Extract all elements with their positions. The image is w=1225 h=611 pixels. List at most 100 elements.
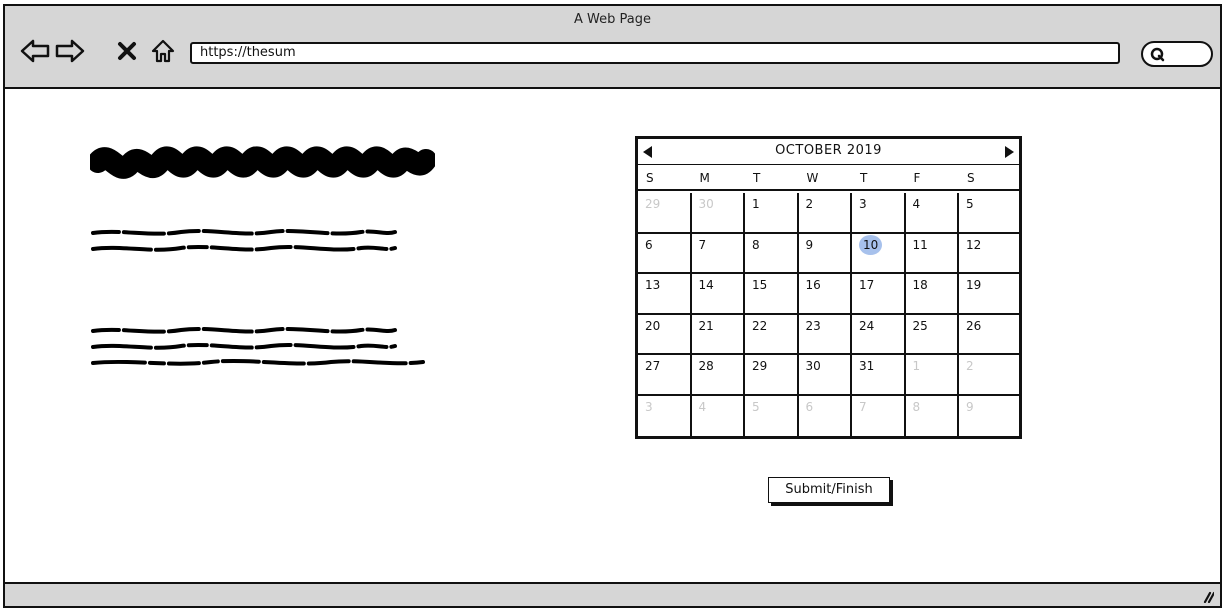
calendar-day[interactable]: 3 (852, 193, 906, 232)
calendar-day[interactable]: 15 (745, 274, 799, 313)
calendar-day-number: 16 (805, 278, 821, 292)
calendar-day-number: 11 (912, 237, 928, 252)
calendar-day-number: 12 (966, 237, 982, 252)
weekday-label: M (699, 171, 710, 185)
calendar-day-outside-month[interactable]: 8 (906, 395, 959, 436)
date-picker-calendar: OCTOBER 2019 S M T W T F S 29 30 1 2 3 4 5 6 7 8 9… (635, 136, 1022, 439)
weekday-label: T (753, 171, 761, 185)
calendar-day[interactable]: 12 (959, 234, 1013, 273)
calendar-day[interactable]: 5 (959, 193, 1013, 232)
calendar-day[interactable]: 23 (799, 314, 852, 353)
calendar-day[interactable]: 24 (852, 314, 906, 353)
calendar-day-outside-month[interactable]: 7 (852, 395, 906, 436)
calendar-day[interactable]: 8 (745, 233, 799, 272)
calendar-day-number: 9 (966, 399, 974, 414)
status-bar (5, 582, 1220, 606)
address-bar[interactable]: https://thesum (190, 42, 1120, 64)
calendar-day-number: 23 (805, 318, 821, 333)
calendar-day-number: 14 (698, 278, 714, 292)
calendar-day-number: 30 (698, 197, 714, 211)
calendar-day[interactable]: 13 (638, 274, 692, 313)
calendar-day[interactable]: 25 (906, 314, 959, 353)
calendar-day-number: 21 (698, 318, 714, 333)
calendar-week-row: 29 30 1 2 3 4 5 (638, 193, 1019, 234)
calendar-day-number: 20 (645, 318, 661, 333)
calendar-day-outside-month[interactable]: 1 (906, 355, 959, 394)
calendar-day[interactable]: 7 (692, 233, 745, 272)
forward-arrow-icon (55, 39, 85, 63)
submit-button[interactable]: Submit/Finish (768, 477, 890, 503)
calendar-day[interactable]: 2 (799, 193, 852, 232)
weekday-label: S (967, 171, 975, 185)
calendar-week-row: 27 28 29 30 31 1 2 (638, 355, 1019, 396)
calendar-day-number: 22 (752, 318, 768, 333)
calendar-day[interactable]: 14 (692, 274, 745, 313)
calendar-day-number: 8 (912, 399, 921, 414)
calendar-day[interactable]: 31 (852, 355, 906, 394)
calendar-day[interactable]: 16 (799, 274, 852, 313)
calendar-day[interactable]: 18 (906, 274, 959, 313)
calendar-day-number: 13 (645, 278, 661, 292)
page-heading-placeholder (90, 146, 435, 179)
weekday-label: F (913, 171, 921, 185)
calendar-day-outside-month[interactable]: 5 (745, 395, 799, 436)
calendar-day-number: 27 (645, 359, 661, 373)
calendar-day-number: 8 (752, 237, 760, 252)
home-icon (151, 39, 175, 63)
calendar-day-outside-month[interactable]: 29 (638, 193, 692, 232)
back-button[interactable] (20, 36, 50, 66)
calendar-day-number: 7 (859, 399, 867, 414)
calendar-day-outside-month[interactable]: 6 (799, 395, 852, 436)
calendar-day-number: 3 (859, 197, 867, 211)
calendar-day[interactable]: 11 (906, 233, 959, 272)
calendar-month-title: OCTOBER 2019 (775, 143, 882, 158)
calendar-day[interactable]: 17 (852, 274, 906, 313)
calendar-day[interactable]: 21 (692, 314, 745, 353)
calendar-day[interactable]: 19 (959, 274, 1013, 313)
back-arrow-icon (20, 39, 50, 63)
calendar-day-number: 25 (912, 318, 928, 333)
calendar-day-selected[interactable]: 10 (852, 233, 906, 272)
calendar-day[interactable]: 26 (959, 315, 1013, 354)
resize-grip-icon[interactable] (1200, 589, 1214, 603)
calendar-week-row: 3 4 5 6 7 8 9 (638, 395, 1019, 437)
calendar-day-number: 6 (805, 399, 814, 414)
calendar-day[interactable]: 28 (692, 355, 745, 394)
calendar-day[interactable]: 9 (799, 233, 852, 272)
home-button[interactable] (148, 36, 178, 66)
stop-button[interactable] (112, 36, 142, 66)
calendar-day[interactable]: 30 (799, 355, 852, 394)
forward-button[interactable] (55, 36, 85, 66)
calendar-day[interactable]: 1 (745, 193, 799, 232)
weekday-label: S (646, 171, 654, 185)
paragraph-2-placeholder (91, 324, 431, 374)
calendar-day-outside-month[interactable]: 30 (692, 193, 745, 232)
calendar-day-outside-month[interactable]: 2 (959, 355, 1013, 394)
calendar-week-row: 13 14 15 16 17 18 19 (638, 274, 1019, 315)
search-button[interactable] (1141, 41, 1213, 67)
calendar-day-number: 28 (698, 359, 714, 373)
next-month-icon[interactable] (1002, 145, 1016, 159)
calendar-day-number: 2 (805, 197, 814, 211)
paragraph-1-placeholder (91, 226, 401, 260)
browser-toolbar: A Web Page https://thesum (5, 6, 1220, 89)
calendar-day-outside-month[interactable]: 4 (692, 395, 745, 436)
calendar-day[interactable]: 27 (638, 355, 692, 394)
close-icon (118, 42, 136, 60)
calendar-day[interactable]: 6 (638, 233, 692, 272)
calendar-day[interactable]: 4 (906, 193, 959, 232)
calendar-day-outside-month[interactable]: 3 (638, 395, 692, 436)
calendar-day-number: 31 (859, 359, 875, 373)
weekday-header-row: S M T W T F S (638, 165, 1019, 191)
calendar-day-number: 9 (805, 237, 814, 252)
calendar-day[interactable]: 22 (745, 314, 799, 353)
calendar-day-outside-month[interactable]: 9 (959, 396, 1013, 437)
calendar-day-number: 5 (966, 197, 974, 211)
calendar-day-number: 10 (859, 234, 883, 255)
calendar-day-number: 1 (752, 197, 760, 211)
calendar-day-number: 4 (698, 399, 707, 414)
calendar-day[interactable]: 29 (745, 355, 799, 394)
calendar-day[interactable]: 20 (638, 314, 692, 353)
calendar-day-number: 6 (645, 237, 653, 252)
search-icon (1150, 47, 1165, 62)
